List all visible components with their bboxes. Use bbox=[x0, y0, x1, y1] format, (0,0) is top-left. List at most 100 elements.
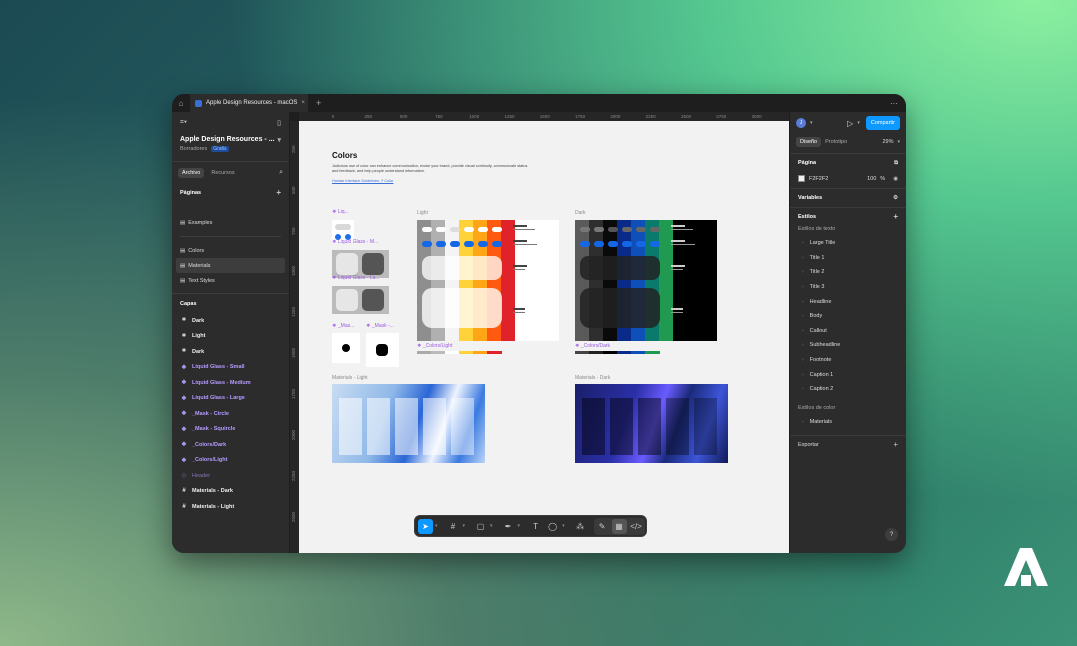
tab-apple-design-resources[interactable]: Apple Design Resources - macOS × bbox=[190, 94, 308, 112]
mask-squircle-tile[interactable] bbox=[366, 333, 399, 367]
search-icon[interactable]: ⌕ bbox=[279, 169, 283, 177]
share-button[interactable]: Compartir bbox=[865, 116, 900, 130]
page-color-hex[interactable]: F2F2F2 bbox=[809, 176, 828, 182]
layer-item[interactable]: ⌗ Dark bbox=[172, 313, 289, 329]
chevron-right-icon[interactable]: › bbox=[802, 386, 804, 392]
comment-tool-icon[interactable]: ◯ bbox=[545, 519, 560, 534]
layer-item[interactable]: ❖ Liquid Glass - Large bbox=[172, 391, 289, 407]
chevron-down-icon[interactable]: ▾ bbox=[810, 120, 813, 126]
page-opacity[interactable]: 100 bbox=[867, 176, 876, 182]
hig-color-link[interactable]: Human Interface Guidelines ↗ Color bbox=[332, 178, 393, 183]
move-tool-icon[interactable]: ➤ bbox=[418, 518, 433, 534]
play-icon[interactable]: ▷ bbox=[847, 119, 853, 128]
layer-item[interactable]: ❖ Liquid Glass - Medium bbox=[172, 375, 289, 391]
frame-tool-icon[interactable]: # bbox=[446, 519, 461, 534]
chevron-down-icon[interactable]: ▾ bbox=[490, 523, 493, 529]
main-menu-icon[interactable]: ⌗▾ bbox=[180, 119, 187, 127]
text-tool-icon[interactable]: T bbox=[528, 519, 543, 534]
chevron-down-icon[interactable]: ▾ bbox=[435, 523, 438, 529]
new-tab-button[interactable]: + bbox=[316, 98, 321, 108]
colors-frame[interactable]: Colors Judicious use of color can enhanc… bbox=[299, 121, 789, 553]
component-label-liquid-glass-small[interactable]: ❖ Liq... bbox=[332, 209, 349, 215]
design-mode-icon[interactable]: ▦ bbox=[611, 518, 627, 534]
style-item[interactable]: › Materials bbox=[798, 415, 898, 430]
variables-icon[interactable]: ⚙ bbox=[893, 195, 898, 201]
chevron-down-icon[interactable]: ▾ bbox=[277, 136, 281, 144]
component-label-mask-squircle[interactable]: ❖ _Mask -... bbox=[366, 323, 394, 329]
page-item-colors[interactable]: ▤ Colors bbox=[172, 243, 289, 258]
export-heading[interactable]: Exportar bbox=[798, 442, 819, 448]
style-item[interactable]: › Large Title bbox=[798, 236, 898, 251]
style-item[interactable]: › Body bbox=[798, 309, 898, 324]
style-item[interactable]: › Headline bbox=[798, 294, 898, 309]
style-item[interactable]: › Caption 2 bbox=[798, 382, 898, 397]
add-page-icon[interactable]: + bbox=[276, 188, 281, 197]
panel-toggle-icon[interactable]: ▯ bbox=[277, 119, 281, 127]
close-icon[interactable]: × bbox=[301, 100, 305, 106]
canvas[interactable]: 0 250 500 750 1000 1250 1500 1750 2000 2250 2500 27… bbox=[290, 112, 789, 553]
tab-file[interactable]: Archivo bbox=[178, 168, 205, 178]
help-button[interactable]: ? bbox=[885, 528, 898, 541]
chevron-right-icon[interactable]: › bbox=[802, 372, 804, 378]
local-styles-icon[interactable]: ⧉ bbox=[894, 160, 898, 167]
tab-design[interactable]: Diseño bbox=[796, 137, 822, 147]
add-style-icon[interactable]: + bbox=[893, 213, 898, 221]
home-icon[interactable]: ⌂ bbox=[172, 94, 190, 112]
actions-icon[interactable]: ⁂ bbox=[573, 519, 588, 534]
colors-light-component-label[interactable]: ❖ _Colors/Light bbox=[417, 343, 452, 349]
layer-item[interactable]: ❖ _Colors/Dark bbox=[172, 437, 289, 453]
zoom-level[interactable]: 29% bbox=[882, 139, 893, 145]
layer-item[interactable]: ❖ Liquid Glass - Small bbox=[172, 360, 289, 376]
style-item[interactable]: › Footnote bbox=[798, 353, 898, 368]
variables-heading[interactable]: Variables bbox=[798, 195, 822, 201]
chevron-right-icon[interactable]: › bbox=[802, 269, 804, 275]
materials-dark-artwork[interactable] bbox=[575, 384, 728, 463]
chevron-right-icon[interactable]: › bbox=[802, 419, 804, 425]
chevron-right-icon[interactable]: › bbox=[802, 255, 804, 261]
layer-item[interactable]: # Materials - Dark bbox=[172, 484, 289, 500]
style-item[interactable]: › Subheadline bbox=[798, 338, 898, 353]
page-item-materials[interactable]: ▤ Materials bbox=[176, 258, 285, 273]
layer-item[interactable]: ❖ _Mask - Circle bbox=[172, 406, 289, 422]
style-item[interactable]: › Callout bbox=[798, 324, 898, 339]
draw-mode-icon[interactable]: ✎ bbox=[595, 519, 610, 534]
chevron-down-icon[interactable]: ▾ bbox=[897, 139, 900, 145]
dev-mode-icon[interactable]: </> bbox=[629, 519, 644, 534]
component-label-liquid-glass-large[interactable]: ❖ Liquid Glass - La... bbox=[332, 275, 380, 281]
avatar[interactable]: J bbox=[796, 118, 806, 128]
layer-item[interactable]: ❖ _Colors/Light bbox=[172, 453, 289, 469]
more-icon[interactable]: ⋯ bbox=[890, 99, 898, 108]
style-item[interactable]: › Title 1 bbox=[798, 251, 898, 266]
layer-item[interactable]: ◇ Header bbox=[172, 468, 289, 484]
rectangle-tool-icon[interactable]: ▢ bbox=[473, 519, 488, 534]
chevron-right-icon[interactable]: › bbox=[802, 357, 804, 363]
eye-icon[interactable]: ◉ bbox=[893, 176, 898, 182]
file-location[interactable]: Borradores bbox=[180, 146, 207, 152]
layer-item[interactable]: ⌗ Light bbox=[172, 329, 289, 345]
layer-item[interactable]: # Materials - Light bbox=[172, 499, 289, 515]
chevron-right-icon[interactable]: › bbox=[802, 313, 804, 319]
mask-circle-tile[interactable] bbox=[332, 333, 360, 363]
add-export-icon[interactable]: + bbox=[893, 441, 898, 449]
materials-light-artwork[interactable] bbox=[332, 384, 485, 463]
style-item[interactable]: › Caption 1 bbox=[798, 367, 898, 382]
page-item-text-styles[interactable]: ▤ Text Styles bbox=[172, 273, 289, 288]
tab-assets[interactable]: Recursos bbox=[207, 168, 238, 178]
chevron-right-icon[interactable]: › bbox=[802, 284, 804, 290]
component-label-mask-circle[interactable]: ❖ _Mas... bbox=[332, 323, 354, 329]
colors-light-artwork[interactable] bbox=[417, 220, 559, 341]
component-label-liquid-glass-medium[interactable]: ❖ Liquid Glass - M... bbox=[332, 239, 378, 245]
chevron-down-icon[interactable]: ▾ bbox=[463, 523, 466, 529]
chevron-right-icon[interactable]: › bbox=[802, 328, 804, 334]
style-item[interactable]: › Title 3 bbox=[798, 280, 898, 295]
liquid-glass-large-tile[interactable] bbox=[332, 286, 389, 314]
pen-tool-icon[interactable]: ✒ bbox=[501, 519, 516, 534]
chevron-down-icon[interactable]: ▾ bbox=[857, 120, 860, 126]
style-item[interactable]: › Title 2 bbox=[798, 265, 898, 280]
colors-dark-component-label[interactable]: ❖ _Colors/Dark bbox=[575, 343, 610, 349]
colors-dark-artwork[interactable] bbox=[575, 220, 717, 341]
page-color-swatch[interactable] bbox=[798, 175, 805, 182]
chevron-right-icon[interactable]: › bbox=[802, 299, 804, 305]
tab-prototype[interactable]: Prototipo bbox=[825, 139, 847, 145]
page-item-examples[interactable]: ▤ Examples bbox=[172, 215, 289, 230]
